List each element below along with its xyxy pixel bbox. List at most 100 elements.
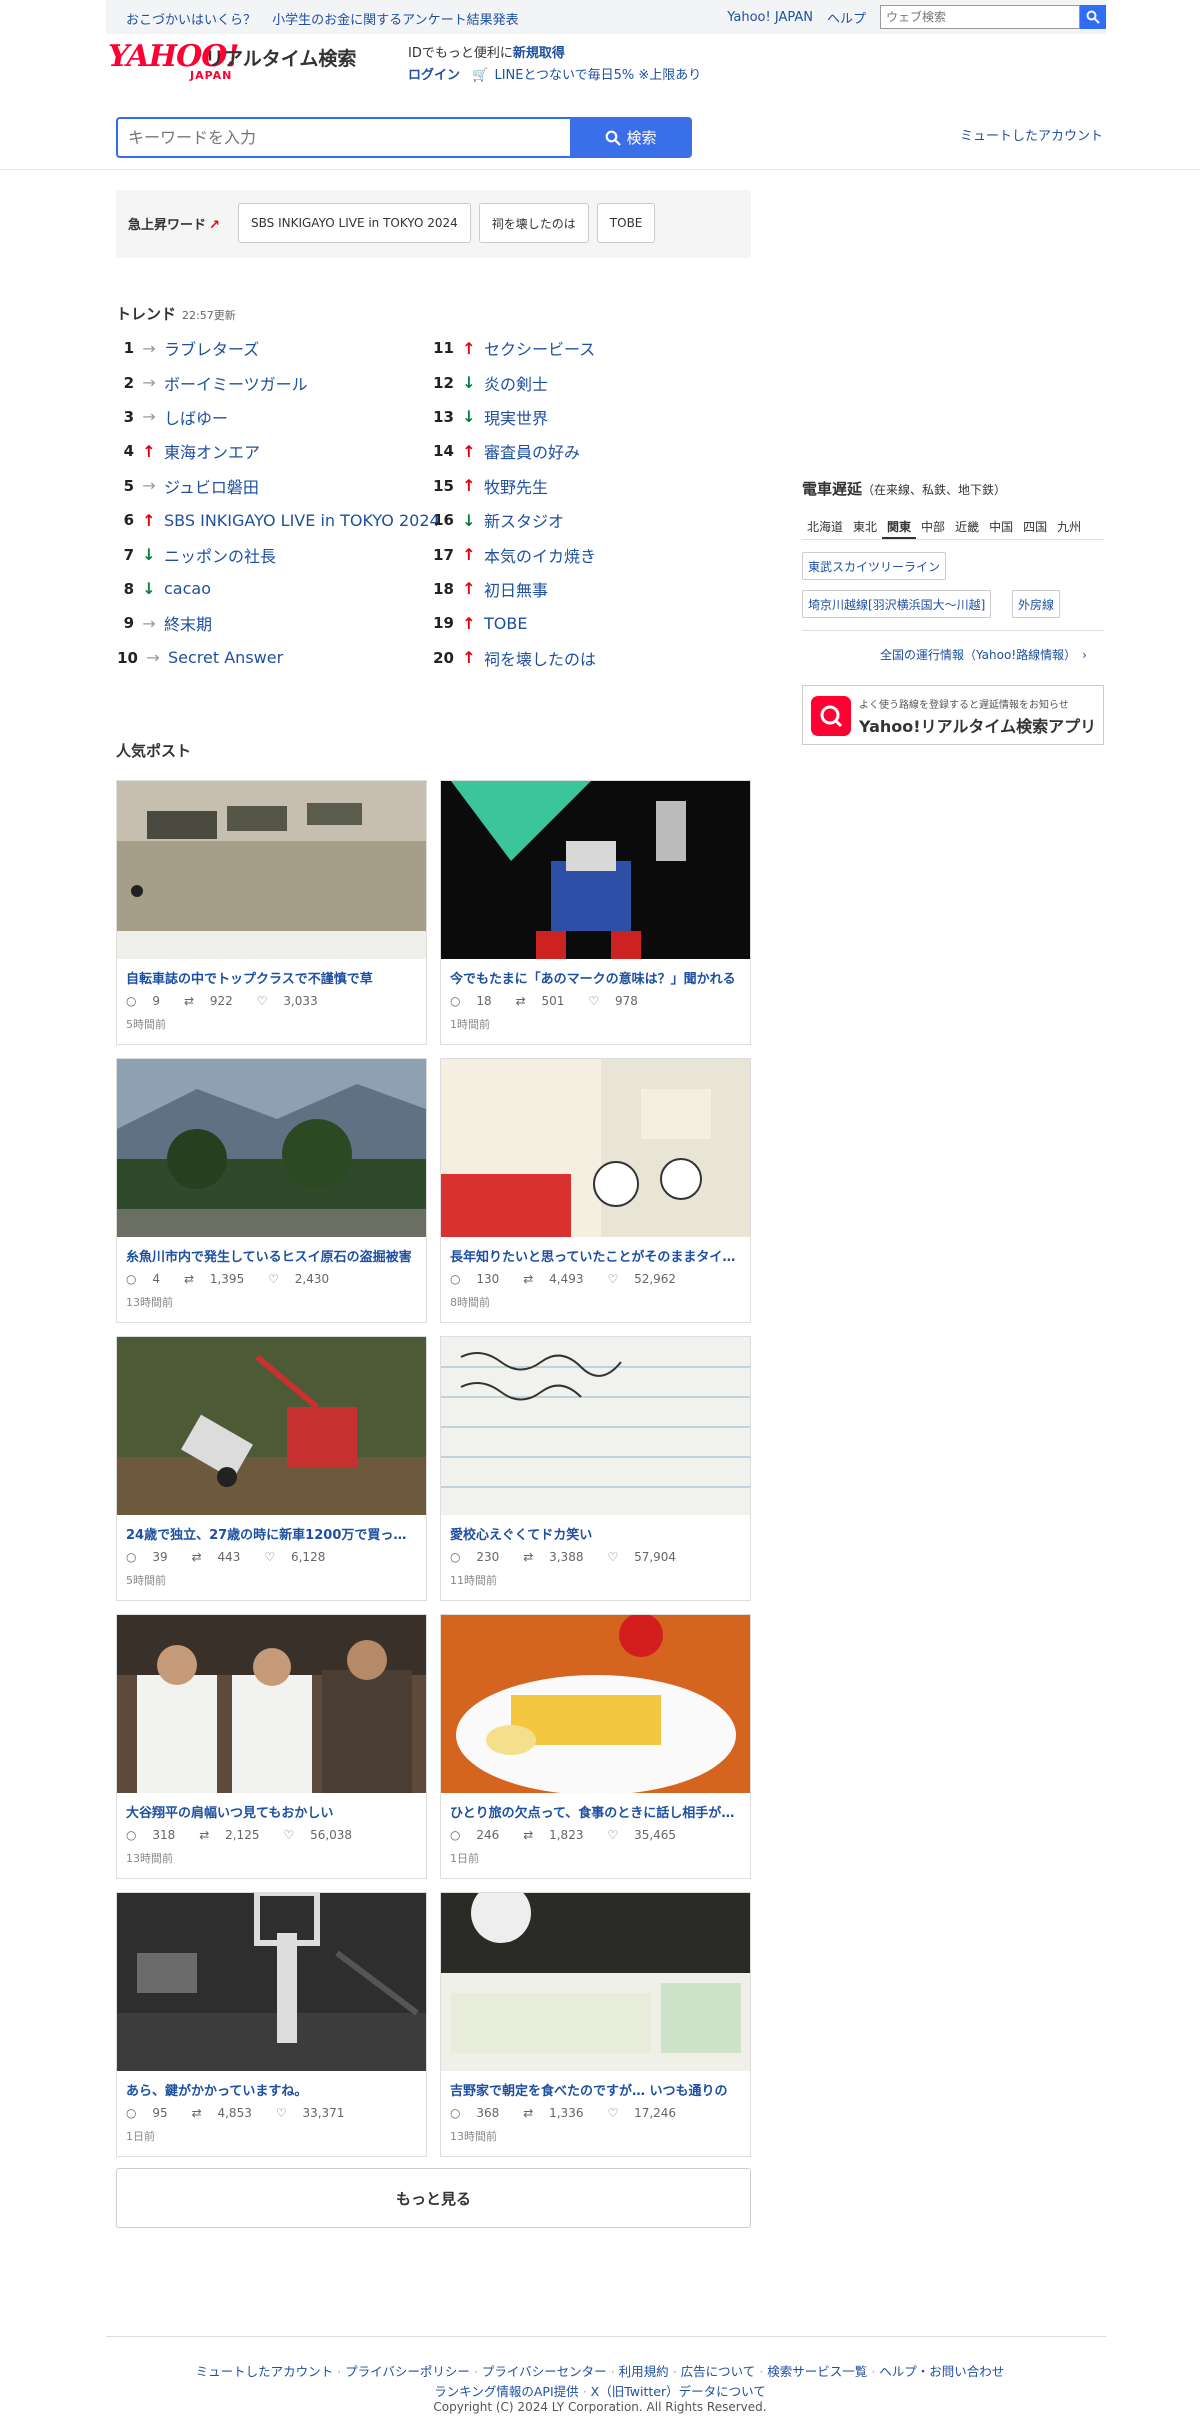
rising-chip[interactable]: SBS INKIGAYO LIVE in TOKYO 2024 — [238, 203, 471, 243]
trend-word[interactable]: ジュビロ磐田 — [164, 474, 259, 498]
post-card[interactable]: 長年知りたいと思っていたことがそのままタイトルに ○ 130 ⇄ 4,493 ♡ 52… — [440, 1058, 751, 1323]
trend-word[interactable]: ニッポンの社長 — [164, 543, 276, 567]
trend-word[interactable]: 新スタジオ — [484, 508, 564, 532]
footer-link[interactable]: 広告について — [681, 2364, 756, 2379]
post-card[interactable]: あら、鍵がかかっていますね。 ○ 95 ⇄ 4,853 ♡ 33,371 1日前 — [116, 1892, 427, 2157]
trend-word[interactable]: ラブレターズ — [164, 336, 259, 360]
footer-link[interactable]: ランキング情報のAPI提供 — [434, 2384, 578, 2399]
trend-word[interactable]: セクシービース — [484, 336, 595, 360]
yahoo-japan-link[interactable]: Yahoo! JAPAN — [727, 10, 813, 25]
trend-word[interactable]: SBS INKIGAYO LIVE in TOKYO 2024 — [164, 511, 440, 530]
trend-row[interactable]: 5 → ジュビロ磐田 — [116, 469, 440, 503]
post-title[interactable]: 自転車誌の中でトップクラスで不謹慎で草 — [126, 968, 418, 987]
trend-word[interactable]: 祠を壊したのは — [484, 646, 596, 670]
promo-link-allowance[interactable]: おこづかいはいくら？ — [126, 13, 256, 28]
post-thumbnail[interactable] — [117, 1893, 426, 2071]
trend-row[interactable]: 11 ↑ セクシービース — [432, 331, 596, 365]
region-tab[interactable]: 近畿 — [950, 512, 984, 539]
post-thumbnail[interactable] — [441, 1893, 750, 2071]
trend-row[interactable]: 17 ↑ 本気のイカ焼き — [432, 537, 596, 571]
footer-link[interactable]: 利用規約 — [619, 2364, 669, 2379]
app-banner[interactable]: よく使う路線を登録すると遅延情報をお知らせ Yahoo!リアルタイム検索アプリ — [802, 685, 1104, 745]
trend-word[interactable]: 終末期 — [164, 611, 212, 635]
trend-word[interactable]: ボーイミーツガール — [164, 371, 308, 395]
post-thumbnail[interactable] — [441, 1337, 750, 1515]
region-tab[interactable]: 中国 — [984, 512, 1018, 539]
trend-word[interactable]: 初日無事 — [484, 577, 548, 601]
post-thumbnail[interactable] — [117, 1059, 426, 1237]
register-link[interactable]: 新規取得 — [513, 46, 565, 61]
post-thumbnail[interactable] — [117, 1337, 426, 1515]
post-thumbnail[interactable] — [441, 781, 750, 959]
login-link[interactable]: ログイン — [408, 68, 460, 83]
trend-word[interactable]: TOBE — [484, 614, 527, 633]
trend-row[interactable]: 2 → ボーイミーツガール — [116, 365, 440, 399]
promo-link-survey[interactable]: 小学生のお金に関するアンケート結果発表 — [272, 13, 518, 28]
post-title[interactable]: ひとり旅の欠点って、食事のときに話し相手がいない — [450, 1802, 742, 1821]
trend-row[interactable]: 1 → ラブレターズ — [116, 331, 440, 365]
trend-row[interactable]: 20 ↑ 祠を壊したのは — [432, 641, 596, 675]
region-tab[interactable]: 東北 — [848, 512, 882, 539]
trend-row[interactable]: 19 ↑ TOBE — [432, 606, 596, 640]
post-title[interactable]: 大谷翔平の肩幅いつ見てもおかしい — [126, 1802, 418, 1821]
rising-chip[interactable]: 祠を壊したのは — [478, 203, 589, 243]
post-title[interactable]: 糸魚川市内で発生しているヒスイ原石の盗掘被害 — [126, 1246, 418, 1265]
all-route-info-link[interactable]: 全国の運行情報（Yahoo!路線情報） › — [880, 646, 1087, 663]
delayed-line-tag[interactable]: 埼京川越線[羽沢横浜国大〜川越] — [802, 590, 992, 618]
trend-word[interactable]: 炎の剣士 — [484, 371, 548, 395]
post-card[interactable]: 愛校心えぐくてドカ笑い ○ 230 ⇄ 3,388 ♡ 57,904 11時間前 — [440, 1336, 751, 1601]
web-search-button[interactable] — [1080, 5, 1106, 29]
trend-word[interactable]: Secret Answer — [168, 648, 283, 667]
trend-row[interactable]: 9 → 終末期 — [116, 606, 440, 640]
post-thumbnail[interactable] — [441, 1059, 750, 1237]
post-thumbnail[interactable] — [117, 1615, 426, 1793]
region-tab[interactable]: 九州 — [1052, 512, 1086, 539]
trend-row[interactable]: 13 ↓ 現実世界 — [432, 400, 596, 434]
post-card[interactable]: 糸魚川市内で発生しているヒスイ原石の盗掘被害 ○ 4 ⇄ 1,395 ♡ 2,430 1… — [116, 1058, 427, 1323]
rising-chip[interactable]: TOBE — [596, 203, 656, 243]
footer-link[interactable]: X（旧Twitter）データについて — [591, 2384, 766, 2399]
trend-row[interactable]: 10 → Secret Answer — [116, 641, 440, 675]
post-card[interactable]: 大谷翔平の肩幅いつ見てもおかしい ○ 318 ⇄ 2,125 ♡ 56,038 13時間… — [116, 1614, 427, 1879]
muted-accounts-link[interactable]: ミュートしたアカウント — [960, 125, 1103, 144]
trend-row[interactable]: 3 → しばゆー — [116, 400, 440, 434]
trend-row[interactable]: 4 ↑ 東海オンエア — [116, 434, 440, 468]
service-name[interactable]: リアルタイム検索 — [205, 44, 356, 71]
trend-word[interactable]: 東海オンエア — [164, 439, 260, 463]
trend-row[interactable]: 18 ↑ 初日無事 — [432, 572, 596, 606]
post-title[interactable]: 24歳で独立、27歳の時に新車1200万で買った車が — [126, 1524, 418, 1543]
post-title[interactable]: 愛校心えぐくてドカ笑い — [450, 1524, 742, 1543]
footer-link[interactable]: プライバシーセンター — [482, 2364, 607, 2379]
post-thumbnail[interactable] — [117, 781, 426, 959]
trend-word[interactable]: cacao — [164, 579, 211, 598]
post-card[interactable]: ひとり旅の欠点って、食事のときに話し相手がいない ○ 246 ⇄ 1,823 ♡ 35… — [440, 1614, 751, 1879]
trend-row[interactable]: 8 ↓ cacao — [116, 572, 440, 606]
search-button[interactable]: 検索 — [570, 117, 692, 158]
footer-link[interactable]: プライバシーポリシー — [345, 2364, 470, 2379]
web-search-input[interactable] — [880, 5, 1080, 29]
footer-link[interactable]: ミュートしたアカウント — [196, 2364, 334, 2379]
trend-row[interactable]: 7 ↓ ニッポンの社長 — [116, 537, 440, 571]
post-card[interactable]: 今でもたまに「あのマークの意味は？」聞かれる ○ 18 ⇄ 501 ♡ 978 1時間前 — [440, 780, 751, 1045]
post-title[interactable]: あら、鍵がかかっていますね。 — [126, 2080, 418, 2099]
trend-word[interactable]: しばゆー — [164, 405, 228, 429]
trend-row[interactable]: 16 ↓ 新スタジオ — [432, 503, 596, 537]
delayed-line-tag[interactable]: 東武スカイツリーライン — [802, 552, 947, 580]
region-tab[interactable]: 関東 — [882, 512, 917, 539]
more-button[interactable]: もっと見る — [116, 2168, 751, 2228]
trend-row[interactable]: 12 ↓ 炎の剣士 — [432, 365, 596, 399]
trend-row[interactable]: 14 ↑ 審査員の好み — [432, 434, 596, 468]
footer-link[interactable]: ヘルプ・お問い合わせ — [879, 2364, 1004, 2379]
trend-word[interactable]: 審査員の好み — [484, 439, 580, 463]
post-thumbnail[interactable] — [441, 1615, 750, 1793]
post-title[interactable]: 長年知りたいと思っていたことがそのままタイトルに — [450, 1246, 742, 1265]
region-tab[interactable]: 四国 — [1018, 512, 1052, 539]
region-tab[interactable]: 北海道 — [802, 512, 848, 539]
post-title[interactable]: 吉野家で朝定を食べたのですが… いつも通りの — [450, 2080, 742, 2099]
post-card[interactable]: 自転車誌の中でトップクラスで不謹慎で草 ○ 9 ⇄ 922 ♡ 3,033 5時間前 — [116, 780, 427, 1045]
help-link[interactable]: ヘルプ — [827, 8, 866, 27]
region-tab[interactable]: 中部 — [916, 512, 950, 539]
trend-word[interactable]: 牧野先生 — [484, 474, 548, 498]
delayed-line-tag[interactable]: 外房線 — [1012, 590, 1061, 618]
footer-link[interactable]: 検索サービス一覧 — [767, 2364, 867, 2379]
